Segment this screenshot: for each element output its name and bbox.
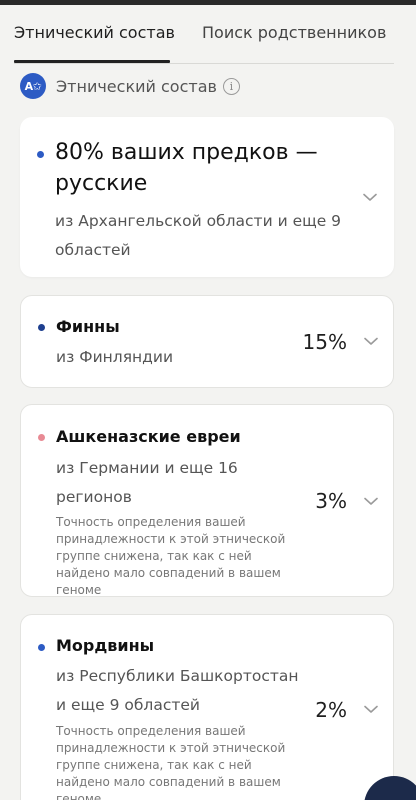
chevron-down-icon[interactable] (364, 705, 378, 714)
ethnicity-origin: из Германии и еще 16 регионов (56, 459, 238, 506)
main-dot-icon (37, 151, 44, 158)
ethnicity-percent: 2% (315, 698, 347, 722)
ethnicity-accuracy-note: Точность определения вашей принадлежност… (56, 724, 286, 800)
ethnicity-dot-icon (38, 324, 45, 331)
ethnicity-accuracy-note: Точность определения вашей принадлежност… (56, 515, 286, 597)
tab-relatives-search[interactable]: Поиск родственников (202, 23, 386, 42)
ethnicity-percent: 15% (302, 330, 347, 354)
chevron-down-icon[interactable] (363, 193, 377, 202)
tab-bar: Этнический состав Поиск родственников (0, 5, 416, 64)
ethnicity-origin: из Финляндии (56, 348, 174, 366)
section-title: Этнический состав (56, 76, 217, 96)
ethnicity-dot-icon (38, 644, 45, 651)
ethnicity-name: Мордвины (56, 636, 155, 655)
ancestry-badge-icon: A✩ (20, 73, 46, 99)
main-ethnicity-card[interactable]: 80% ваших предков — русские из Архангель… (20, 117, 394, 277)
ethnicity-dot-icon (38, 434, 45, 441)
ethnicity-origin: из Республики Башкортостан и еще 9 облас… (56, 667, 299, 714)
ethnicity-name: Ашкеназские евреи (56, 427, 241, 446)
ethnicity-percent: 3% (315, 489, 347, 513)
section-header: A✩ Этнический состав i (20, 72, 240, 100)
ethnicity-card-mordvins[interactable]: Мордвины из Республики Башкортостан и ещ… (20, 614, 394, 800)
ethnicity-card-ashkenazi[interactable]: Ашкеназские евреи из Германии и еще 16 р… (20, 404, 394, 597)
main-subtitle: из Архангельской области и еще 9 областе… (55, 212, 342, 259)
ethnicity-card-finns[interactable]: Финны из Финляндии 15% (20, 295, 394, 388)
info-icon[interactable]: i (222, 77, 240, 95)
ethnicity-name: Финны (56, 317, 120, 336)
tab-ethnic-composition[interactable]: Этнический состав (14, 23, 175, 42)
tabs-divider (14, 63, 394, 64)
main-title: 80% ваших предков — русские (55, 140, 318, 196)
chevron-down-icon[interactable] (364, 337, 378, 346)
chevron-down-icon[interactable] (364, 497, 378, 506)
